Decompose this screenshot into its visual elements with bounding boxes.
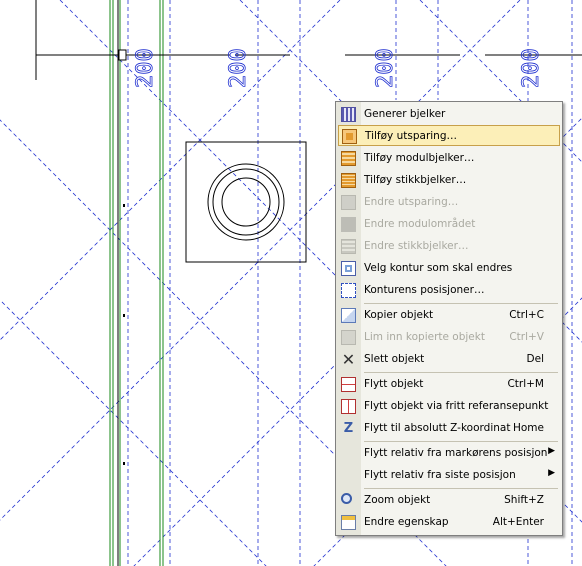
select-contour-icon — [341, 261, 356, 276]
edit-module-area-icon — [341, 217, 356, 232]
menu-item-label: Flytt relativ fra markørens posisjon — [364, 447, 548, 459]
add-stub-beams-icon — [341, 173, 356, 188]
delete-icon: ✕ — [341, 350, 356, 369]
generate-beams-icon — [341, 107, 356, 122]
menu-item-move-absolute-z[interactable]: Z Flytt til absolutt Z-koordinat Home — [338, 418, 560, 439]
menu-item-edit-properties[interactable]: Endre egenskap Alt+Enter — [338, 512, 560, 533]
move-reference-icon — [341, 399, 356, 414]
dimension-label: 200 — [519, 48, 544, 88]
menu-item-shortcut: Del — [526, 353, 544, 365]
edit-stub-beams-icon — [341, 239, 356, 254]
edit-opening-icon — [341, 195, 356, 210]
submenu-arrow-icon: ▶ — [548, 468, 555, 478]
menu-item-edit-module-area[interactable]: Endre modulområdet — [338, 214, 560, 235]
menu-item-paste-object[interactable]: Lim inn kopierte objekt Ctrl+V — [338, 327, 560, 348]
menu-item-shortcut: Ctrl+M — [507, 378, 544, 390]
menu-item-label: Lim inn kopierte objekt — [364, 331, 485, 343]
z-coordinate-icon: Z — [343, 421, 354, 436]
column-detail — [185, 141, 307, 263]
menu-separator — [364, 441, 558, 442]
menu-item-label: Flytt objekt via fritt referansepunkt — [364, 400, 549, 412]
menu-item-zoom-object[interactable]: Zoom objekt Shift+Z — [338, 490, 560, 511]
menu-item-shortcut: Shift+Z — [504, 494, 544, 506]
paste-icon — [341, 330, 356, 345]
menu-item-label: Tilføy stikkbjelker… — [364, 174, 467, 186]
menu-item-label: Tilføy utsparing… — [365, 130, 457, 142]
menu-item-label: Konturens posisjoner… — [364, 284, 485, 296]
menu-separator — [364, 488, 558, 489]
menu-item-label: Slett objekt — [364, 353, 425, 365]
submenu-arrow-icon: ▶ — [548, 446, 555, 456]
menu-item-move-relative-last[interactable]: Flytt relativ fra siste posisjon ▶ — [338, 465, 560, 486]
menu-item-label: Endre modulområdet — [364, 218, 476, 230]
menu-item-label: Generer bjelker — [364, 108, 446, 120]
menu-item-shortcut: Ctrl+V — [509, 331, 544, 343]
move-icon — [341, 377, 356, 392]
menu-item-delete-object[interactable]: ✕ Slett objekt Del — [338, 349, 560, 370]
menu-item-label: Flytt objekt — [364, 378, 424, 390]
menu-item-label: Kopier objekt — [364, 309, 434, 321]
dimension-label: 200 — [133, 48, 158, 88]
menu-item-shortcut: Home — [512, 422, 544, 434]
dimension-labels: 200 200 200 200 — [133, 48, 545, 89]
menu-item-label: Endre stikkbjelker… — [364, 240, 469, 252]
menu-item-edit-opening[interactable]: Endre utsparing… — [338, 192, 560, 213]
menu-item-shortcut: Alt+Enter — [492, 516, 544, 528]
dimension-label: 200 — [226, 48, 251, 88]
menu-item-label: Zoom objekt — [364, 494, 431, 506]
add-opening-icon — [342, 129, 357, 144]
menu-item-label: Flytt relativ fra siste posisjon — [364, 469, 516, 481]
menu-item-add-module-beams[interactable]: Tilføy modulbjelker… — [338, 148, 560, 169]
properties-icon — [341, 515, 356, 530]
menu-separator — [364, 303, 558, 304]
contour-positions-icon — [341, 283, 356, 298]
add-module-beams-icon — [341, 151, 356, 166]
dimension-label: 200 — [373, 48, 398, 88]
menu-item-add-stub-beams[interactable]: Tilføy stikkbjelker… — [338, 170, 560, 191]
menu-item-shortcut: Ctrl+C — [509, 309, 544, 321]
menu-item-add-opening[interactable]: Tilføy utsparing… — [338, 125, 560, 146]
menu-item-select-contour[interactable]: Velg kontur som skal endres — [338, 258, 560, 279]
context-menu: Generer bjelker Tilføy utsparing… Tilføy… — [335, 101, 563, 536]
menu-item-label: Flytt til absolutt Z-koordinat — [364, 422, 511, 434]
menu-item-move-relative-cursor[interactable]: Flytt relativ fra markørens posisjon ▶ — [338, 443, 560, 464]
menu-item-move-via-reference[interactable]: Flytt objekt via fritt referansepunkt — [338, 396, 560, 417]
menu-item-label: Endre egenskap — [364, 516, 449, 528]
menu-separator — [364, 372, 558, 373]
menu-item-generate-beams[interactable]: Generer bjelker — [338, 104, 560, 125]
menu-item-move-object[interactable]: Flytt objekt Ctrl+M — [338, 374, 560, 395]
menu-item-label: Tilføy modulbjelker… — [364, 152, 475, 164]
menu-item-edit-stub-beams[interactable]: Endre stikkbjelker… — [338, 236, 560, 257]
menu-item-contour-positions[interactable]: Konturens posisjoner… — [338, 280, 560, 301]
menu-item-copy-object[interactable]: Kopier objekt Ctrl+C — [338, 305, 560, 326]
copy-icon — [341, 308, 356, 323]
menu-item-label: Velg kontur som skal endres — [364, 262, 513, 274]
zoom-icon — [341, 493, 352, 504]
menu-item-label: Endre utsparing… — [364, 196, 459, 208]
